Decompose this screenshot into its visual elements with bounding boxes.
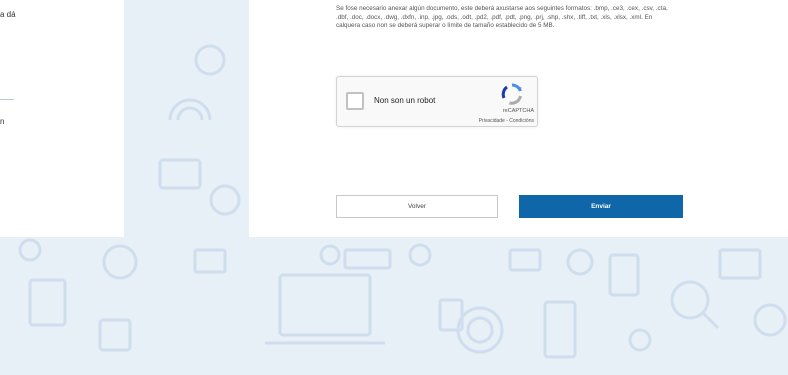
recaptcha-brand: reCAPTCHA <box>502 108 534 114</box>
recaptcha-logo-icon <box>501 83 522 105</box>
attachment-notice: Se fose necesario anexar algún documento… <box>336 5 668 29</box>
back-button[interactable]: Volver <box>336 195 498 218</box>
left-panel: a dá n <box>0 0 124 237</box>
left-panel-text-secondary: n <box>0 117 5 126</box>
recaptcha-label: Non son un robot <box>374 96 436 105</box>
send-button[interactable]: Enviar <box>519 195 683 218</box>
recaptcha-checkbox[interactable] <box>346 92 364 110</box>
form-panel: Se fose necesario anexar algún documento… <box>249 0 788 237</box>
left-panel-text: a dá <box>0 10 16 19</box>
recaptcha-privacy-terms-links[interactable]: Privacidade - Condicións <box>479 118 534 124</box>
recaptcha-widget: Non son un robot reCAPTCHA Privacidade -… <box>336 76 538 127</box>
left-panel-divider <box>0 99 14 100</box>
